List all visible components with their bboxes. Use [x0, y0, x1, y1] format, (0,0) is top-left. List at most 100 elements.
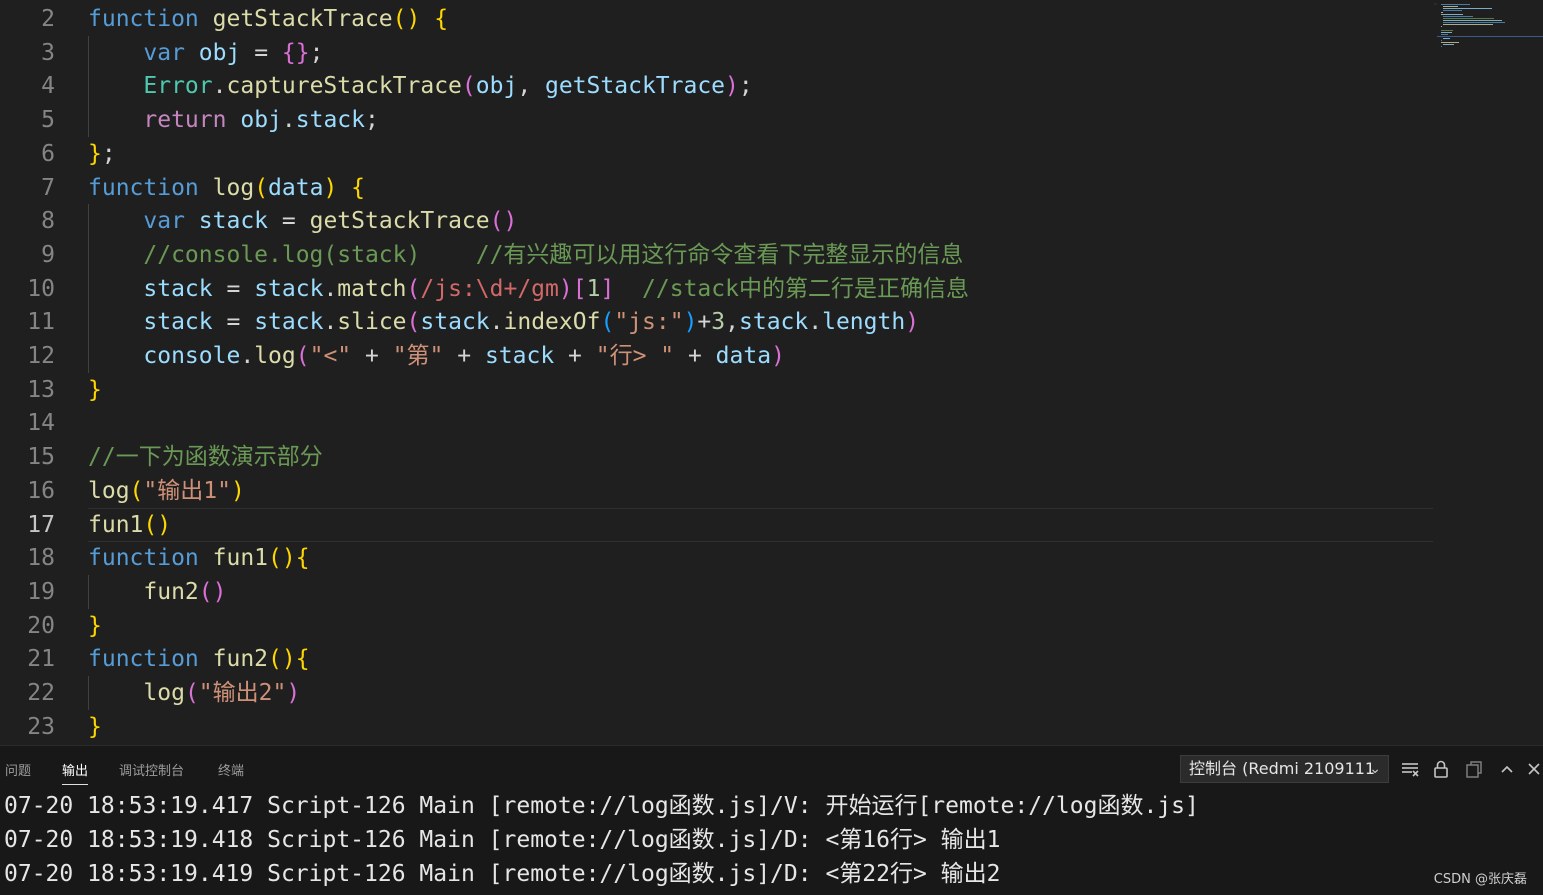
- line-number: 3: [41, 39, 55, 66]
- code-text: console.log("<" + "第" + stack + "行> " + …: [143, 343, 785, 369]
- code-line[interactable]: 11 stack = stack.slice(stack.indexOf("js…: [0, 305, 1435, 340]
- line-number: 2: [41, 6, 55, 32]
- minimap-line: [1443, 10, 1463, 11]
- line-number: 20: [27, 612, 55, 639]
- code-text: log("输出2"): [143, 680, 301, 706]
- code-text: stack = stack.match(/js:\d+/gm)[1] //sta…: [143, 275, 969, 302]
- line-number: 7: [41, 174, 55, 201]
- current-line-highlight: [88, 507, 1433, 542]
- minimap-line: [1441, 30, 1454, 31]
- minimap-line: [1441, 26, 1443, 27]
- code-line[interactable]: 13}: [0, 373, 1435, 407]
- minimap-line: [1443, 24, 1493, 25]
- code-text: return obj.stack;: [143, 107, 379, 134]
- code-line[interactable]: 10 stack = stack.match(/js:\d+/gm)[1] //…: [0, 271, 1435, 306]
- output-line: 07-20 18:53:19.419 Script-126 Main [remo…: [4, 861, 1001, 887]
- line-number: 12: [27, 343, 55, 369]
- code-text: }: [88, 713, 102, 740]
- code-text: log("输出1"): [88, 477, 245, 504]
- minimap-line: [1443, 44, 1455, 45]
- tab-output[interactable]: 输出: [62, 760, 89, 785]
- minimap-line: [1441, 32, 1452, 33]
- code-line[interactable]: 9 //console.log(stack) //有兴趣可以用这行命令查看下完整…: [0, 237, 1435, 272]
- tab-terminal[interactable]: 终端: [218, 760, 244, 779]
- code-line[interactable]: 21 function fun2(){: [0, 642, 1435, 676]
- lock-scroll-icon[interactable]: [1431, 759, 1451, 779]
- code-line[interactable]: 5 return obj.stack;: [0, 103, 1435, 138]
- code-line[interactable]: 2 function getStackTrace() {: [0, 2, 1435, 36]
- tab-problems[interactable]: 问题: [5, 760, 31, 779]
- line-number: 16: [27, 477, 55, 504]
- minimap-line: [1443, 38, 1450, 39]
- code-line[interactable]: 20}: [0, 609, 1435, 643]
- minimap-line: [1443, 18, 1494, 19]
- line-number: 18: [27, 545, 55, 572]
- code-line[interactable]: 4 Error.captureStackTrace(obj, getStackT…: [0, 69, 1435, 104]
- code-line[interactable]: 15 //一下为函数演示部分: [0, 440, 1435, 474]
- line-number: 5: [41, 107, 55, 134]
- bottom-panel: 问题 输出 调试控制台 终端 控制台 (Redmi 2109111 ⌄ 07-2…: [0, 745, 1543, 895]
- code-text: var obj = {};: [143, 39, 324, 66]
- minimap-line: [1441, 14, 1463, 15]
- code-text: stack = stack.slice(stack.indexOf("js:")…: [143, 309, 920, 336]
- code-text: }: [88, 376, 102, 403]
- code-text: fun2(): [143, 578, 227, 605]
- code-line[interactable]: 16 log("输出1"): [0, 474, 1435, 508]
- code-line[interactable]: 12 console.log("<" + "第" + stack + "行> "…: [0, 339, 1435, 373]
- close-panel-icon[interactable]: [1524, 759, 1543, 779]
- minimap-line: [1441, 40, 1443, 41]
- code-line[interactable]: 8 var stack = getStackTrace(): [0, 204, 1435, 239]
- line-number: 6: [41, 140, 55, 167]
- code-line[interactable]: 3 var obj = {};: [0, 35, 1435, 70]
- line-number: 21: [27, 646, 55, 673]
- minimap-line: [1441, 42, 1459, 43]
- code-text: function fun2(){: [88, 646, 310, 673]
- code-text: fun1(): [88, 511, 172, 538]
- code-editor[interactable]: 2 function getStackTrace() { 3 var obj = {…: [0, 0, 1543, 745]
- minimap-viewport[interactable]: [1437, 36, 1543, 37]
- line-number: 22: [27, 680, 55, 706]
- code-line[interactable]: 22 log("输出2"): [0, 676, 1435, 710]
- minimap-line: [1441, 46, 1443, 47]
- line-number: 15: [27, 444, 55, 471]
- maximize-panel-icon[interactable]: [1497, 759, 1517, 779]
- line-number: 23: [27, 713, 55, 740]
- minimap-line: [1441, 12, 1444, 13]
- minimap-line: [1443, 20, 1502, 21]
- output-channel-label: 控制台 (Redmi 2109111: [1189, 759, 1376, 778]
- code-line[interactable]: 19 fun2(): [0, 574, 1435, 609]
- line-number: 19: [27, 578, 55, 605]
- output-line: 07-20 18:53:19.417 Script-126 Main [remo…: [4, 793, 1199, 819]
- code-text: function fun1(){: [88, 545, 310, 572]
- code-text: //一下为函数演示部分: [88, 444, 323, 471]
- line-number: 8: [41, 208, 55, 235]
- clear-output-icon[interactable]: [1400, 759, 1420, 779]
- code-text: };: [88, 140, 116, 167]
- minimap-line: [1443, 22, 1505, 23]
- code-line[interactable]: 18 function fun1(){: [0, 541, 1435, 575]
- code-text: function log(data) {: [88, 174, 366, 201]
- code-text: //console.log(stack) //有兴趣可以用这行命令查看下完整显示…: [143, 241, 964, 268]
- line-number: 17: [27, 511, 55, 538]
- code-text: }: [88, 612, 102, 639]
- line-number: 4: [41, 73, 55, 100]
- code-line[interactable]: 14: [0, 406, 1435, 440]
- open-in-editor-icon[interactable]: [1464, 759, 1484, 779]
- code-line[interactable]: 23}: [0, 710, 1435, 744]
- chevron-down-icon: ⌄: [1369, 761, 1381, 777]
- minimap-line: [1441, 34, 1448, 35]
- minimap-line: [1443, 6, 1458, 7]
- code-text: Error.captureStackTrace(obj, getStackTra…: [143, 73, 753, 100]
- line-number: 10: [27, 275, 55, 302]
- output-line: 07-20 18:53:19.418 Script-126 Main [remo…: [4, 827, 1001, 853]
- code-line[interactable]: 17 fun1(): [0, 507, 1435, 542]
- minimap-line: [1443, 16, 1474, 17]
- minimap[interactable]: [1437, 0, 1543, 745]
- line-number: 11: [27, 309, 55, 336]
- line-number: 9: [41, 241, 55, 268]
- code-line[interactable]: 7 function log(data) {: [0, 171, 1435, 205]
- code-line[interactable]: 6};: [0, 137, 1435, 171]
- tab-debug-console[interactable]: 调试控制台: [119, 760, 184, 779]
- code-text: function getStackTrace() {: [88, 6, 449, 32]
- output-channel-select[interactable]: 控制台 (Redmi 2109111 ⌄: [1180, 755, 1389, 783]
